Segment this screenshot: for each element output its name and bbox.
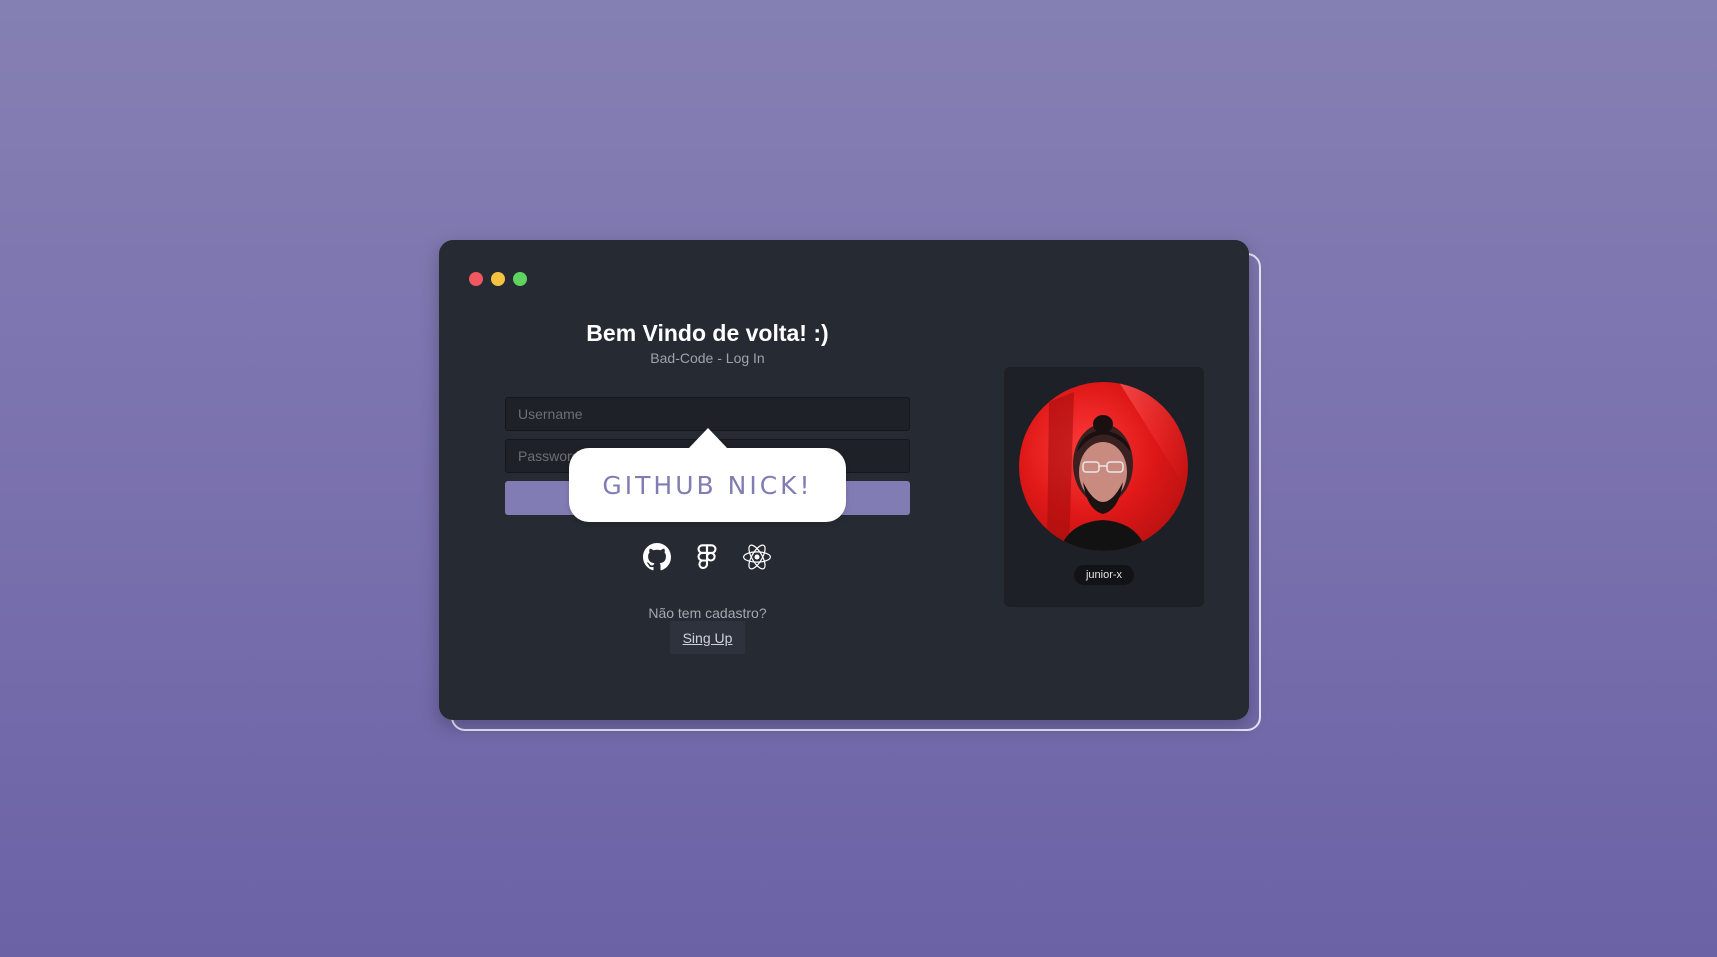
profile-card: junior-x	[1004, 367, 1204, 607]
github-icon[interactable]	[643, 543, 671, 571]
react-icon[interactable]	[743, 543, 771, 571]
avatar	[1019, 382, 1188, 551]
social-links	[643, 543, 771, 571]
page-subtitle: Bad-Code - Log In	[650, 350, 765, 366]
signup-link[interactable]: Sing Up	[670, 621, 745, 654]
github-nick-tooltip: GITHUB NICK!	[569, 428, 846, 522]
login-window: Bem Vindo de volta! :) Bad-Code - Log In…	[439, 240, 1249, 720]
maximize-window-button[interactable]	[513, 272, 527, 286]
window-controls	[469, 272, 527, 286]
figma-icon[interactable]	[693, 543, 721, 571]
minimize-window-button[interactable]	[491, 272, 505, 286]
github-nick-badge: junior-x	[1074, 565, 1134, 585]
close-window-button[interactable]	[469, 272, 483, 286]
page-title: Bem Vindo de volta! :)	[586, 320, 829, 346]
signup-prompt: Não tem cadastro?	[648, 605, 767, 621]
username-input[interactable]	[505, 397, 910, 431]
